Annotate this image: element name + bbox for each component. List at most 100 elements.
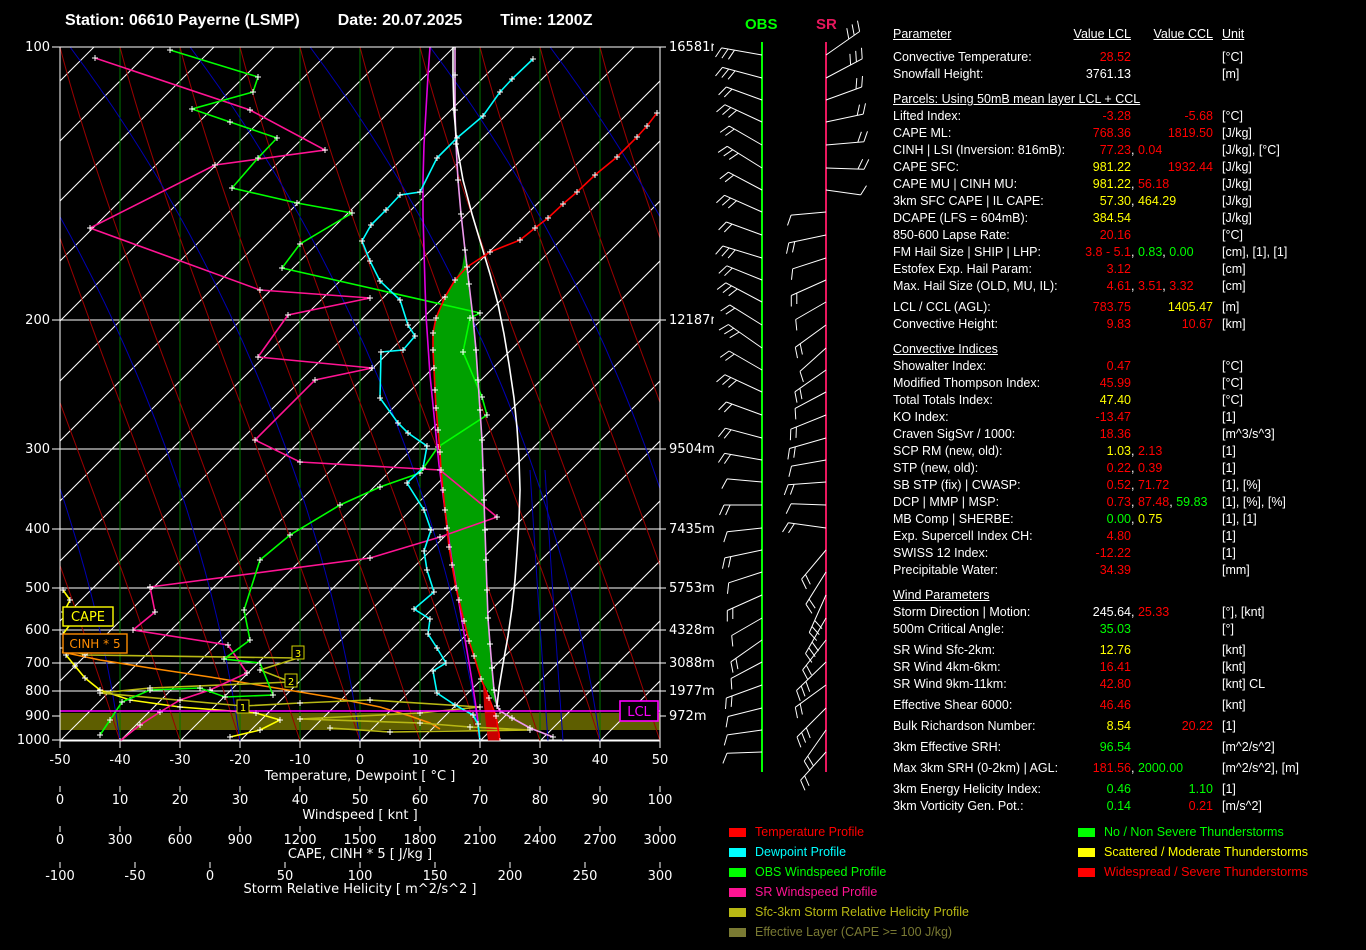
wind-barb <box>727 571 763 594</box>
x-tick-label: 30 <box>532 753 549 768</box>
value-lcl-cell: 35.03 <box>1067 621 1131 638</box>
table-row: 3km Effective SRH: 96.54 [m^2/s^2] <box>893 739 1363 756</box>
pressure-tick-label: 500 <box>25 581 50 596</box>
parameter-value: 16.41 <box>1099 660 1131 674</box>
parameter-value: 10.67 <box>1181 317 1213 331</box>
wind-barb <box>723 527 763 543</box>
parameter-label: Bulk Richardson Number: <box>893 719 1036 733</box>
unit-cell: [m^2/s^2], [m] <box>1222 761 1300 775</box>
unit-cell: [J/kg] <box>1222 160 1252 174</box>
wind-barb <box>787 437 827 460</box>
legend-swatch <box>729 847 746 857</box>
parameter-label: KO Index: <box>893 410 949 424</box>
unit-cell: [1] <box>1222 719 1236 733</box>
parameter-label: CAPE ML: <box>893 126 952 140</box>
wind-barb <box>786 234 827 254</box>
value-lcl-cell: 783.75 <box>1067 299 1131 316</box>
value-ccl-cell <box>1131 66 1213 83</box>
parameter-label: STP (new, old): <box>893 461 979 475</box>
table-row: CAPE ML: 768.36 1819.50 [J/kg] <box>893 125 1363 142</box>
wind-barb <box>795 301 827 331</box>
value-lcl-cell: -3.28 <box>1067 108 1132 125</box>
wind-barb <box>825 131 868 146</box>
pressure-tick-label: 1000 <box>17 733 50 748</box>
parameter-value: 46.46 <box>1099 698 1131 712</box>
table-row: SWISS 12 Index: -12.22 [1] <box>893 545 1363 562</box>
legend-swatch <box>729 927 746 937</box>
unit-cell: [1], [%] <box>1222 478 1261 492</box>
pressure-tick-label: 300 <box>25 442 50 457</box>
wind-barb <box>825 20 861 56</box>
value-lcl-cell: 57.30 <box>1067 193 1131 210</box>
height-tick-label: 16581m <box>669 40 714 55</box>
x-axis-title: CAPE, CINH * 5 [ J/kg ] <box>288 847 432 862</box>
wind-barb <box>715 47 763 60</box>
parameter-value: 0.83 <box>1137 245 1163 259</box>
table-row: LCL / CCL (AGL): 783.75 1405.47 [m] <box>893 299 1363 316</box>
parameter-value: 18.36 <box>1099 427 1131 441</box>
wind-barb <box>725 684 763 710</box>
wind-barb <box>730 639 763 673</box>
wind-barb <box>825 185 867 196</box>
unit-cell: [°C] <box>1222 109 1243 123</box>
table-row: SB STP (fix) | CWASP: 0.52, 71.72 [1], [%] <box>893 477 1363 494</box>
legend-item-profile: Temperature Profile <box>729 822 969 842</box>
table-row: Convective Temperature: 28.52 [°C] <box>893 49 1363 66</box>
parameter-value: 56.18 <box>1137 177 1170 191</box>
value-ccl-cell: 1.10 <box>1131 781 1213 798</box>
x-tick-label: 1500 <box>343 833 376 848</box>
column-header: Value CCL <box>1131 26 1213 43</box>
parameter-value: 3.51 <box>1137 279 1163 293</box>
table-row: Bulk Richardson Number: 8.54 20.22 [1] <box>893 718 1363 735</box>
x-axis-temperature: -50 -40 -30 -20 -10 0 10 20 30 40 50 Temperature, D… <box>49 741 668 784</box>
wind-barb <box>719 504 762 516</box>
parameter-value: 71.72 <box>1137 478 1170 492</box>
table-row: Estofex Exp. Hail Param: 3.12 [cm] <box>893 261 1363 278</box>
legend-severity: No / Non Severe Thunderstorms Scattered /… <box>1078 822 1308 882</box>
wind-barb-columns <box>715 20 870 791</box>
unit-cell: [J/kg] <box>1222 126 1252 140</box>
parameter-label: CAPE MU | CINH MU: <box>893 177 1018 191</box>
parameter-value: 28.52 <box>1099 50 1131 64</box>
parameter-label: CAPE SFC: <box>893 160 959 174</box>
parameter-value: 1.10 <box>1188 782 1213 796</box>
value-lcl-cell: 3761.13 <box>1067 66 1131 83</box>
wind-barb <box>785 503 827 514</box>
value-lcl-cell: 12.76 <box>1067 642 1131 659</box>
value-ccl-cell <box>1131 426 1213 443</box>
wind-barb <box>794 324 827 359</box>
value-ccl-cell: -5.68 <box>1131 108 1214 125</box>
x-tick-label: 90 <box>592 793 609 808</box>
parameter-label: Precipitable Water: <box>893 563 999 577</box>
windspeed-gridlines <box>119 47 601 741</box>
unit-cell: [m^3/s^3] <box>1222 427 1275 441</box>
value-ccl-cell: 1819.50 <box>1131 125 1213 142</box>
parameter-value: 981.22 <box>1092 160 1131 174</box>
wind-barb <box>718 265 763 281</box>
unit-cell: [knt] <box>1222 698 1246 712</box>
value-lcl-cell: -12.22 <box>1067 545 1131 562</box>
parameter-label: Craven SigSvr / 1000: <box>893 427 1016 441</box>
lcl-label: LCL <box>627 705 651 720</box>
table-row: Max. Hail Size (OLD, MU, IL): 4.61, 3.51,… <box>893 278 1363 295</box>
parameter-label: Max 3km SRH (0-2km) | AGL: <box>893 761 1059 775</box>
value-ccl-cell: , 25.33 <box>1131 605 1170 619</box>
x-axis-cape: 0 300 600 900 1200 1500 1800 2100 2400 2700 3000 CA… <box>56 826 677 862</box>
table-row: MB Comp | SHERBE: 0.00, 0.75 [1], [1] <box>893 511 1363 528</box>
value-ccl-cell <box>1131 642 1213 659</box>
unit-cell: [°C] <box>1222 359 1243 373</box>
parameter-value: -12.22 <box>1095 546 1131 560</box>
legend-label: Widespread / Severe Thunderstorms <box>1104 865 1309 879</box>
section-heading: Convective Indices <box>893 342 998 356</box>
parameter-label: Modified Thompson Index: <box>893 376 1041 390</box>
value-ccl-cell <box>1131 676 1213 693</box>
column-header-label: Value LCL <box>1073 27 1131 41</box>
height-tick-label: 12187m <box>669 313 714 328</box>
parameter-value: 20.22 <box>1181 719 1213 733</box>
height-tick-label: 5753m <box>669 581 714 596</box>
wind-barb <box>787 211 827 226</box>
value-lcl-cell: 1.03 <box>1067 443 1131 460</box>
x-tick-label: 80 <box>532 793 549 808</box>
legend-item-profile: Sfc-3km Storm Relative Helicity Profile <box>729 902 969 922</box>
unit-cell: [J/kg] <box>1222 177 1252 191</box>
